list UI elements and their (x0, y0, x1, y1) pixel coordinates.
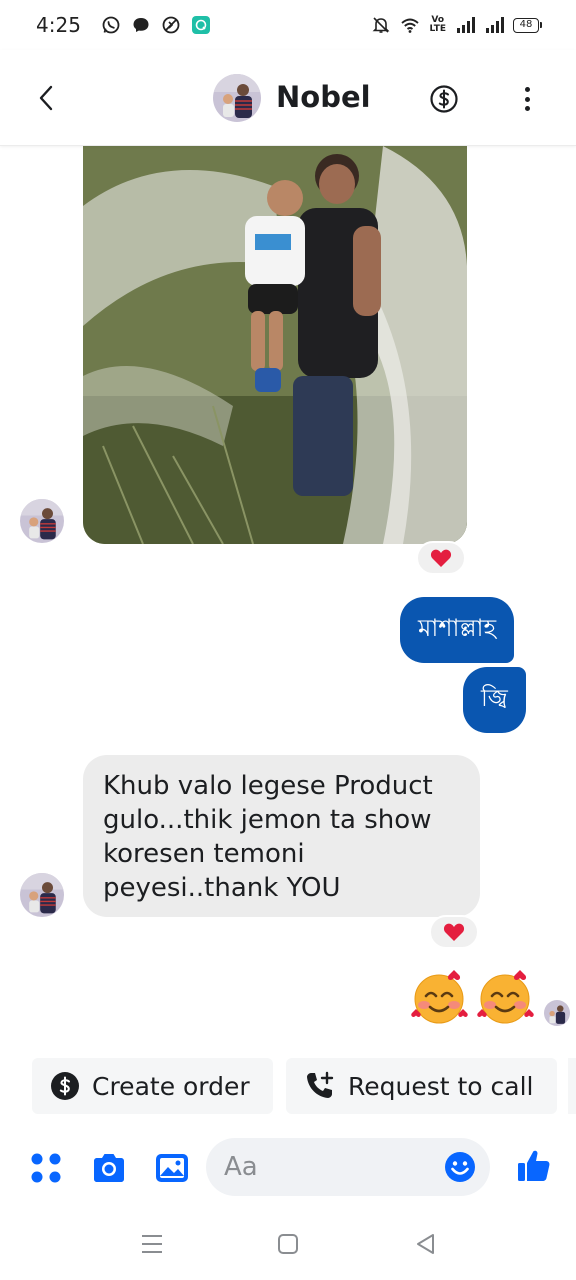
camera-icon[interactable] (91, 1150, 127, 1186)
emoji-picker-icon[interactable] (444, 1151, 476, 1183)
signal-icon-sim2 (486, 17, 504, 33)
chevron-left-icon (39, 85, 53, 111)
home-button[interactable] (268, 1226, 308, 1262)
heart-icon (430, 549, 452, 567)
whatsapp-icon (102, 16, 120, 34)
message-composer (0, 1130, 576, 1206)
reaction-badge[interactable] (416, 541, 466, 575)
back-nav-button[interactable] (405, 1226, 445, 1262)
back-button[interactable] (30, 78, 62, 118)
sender-avatar[interactable] (20, 499, 64, 543)
dollar-circle-icon (51, 1072, 79, 1100)
message-input-box[interactable] (206, 1138, 490, 1196)
message-input[interactable] (224, 1138, 434, 1196)
messenger-icon (133, 18, 149, 32)
battery-tip (540, 22, 542, 28)
gallery-icon[interactable] (154, 1150, 190, 1186)
app-notification-icon (191, 16, 210, 34)
square-icon (278, 1234, 298, 1254)
create-order-button[interactable]: Create order (32, 1058, 273, 1114)
contact-name[interactable]: Nobel (276, 80, 371, 114)
menu-lines-icon (142, 1235, 162, 1253)
volte-bottom: LTE (429, 24, 446, 34)
battery-indicator: 48 (513, 17, 542, 33)
photo-image (83, 146, 467, 544)
volte-indicator: Vo LTE (429, 16, 446, 34)
smiling-face-with-hearts-icon (411, 970, 468, 1024)
status-time: 4:25 (36, 13, 81, 37)
more-dot (524, 96, 530, 102)
incoming-message[interactable]: Khub valo legese Product gulo...thik jem… (83, 755, 480, 917)
heart-icon (443, 923, 465, 941)
system-nav-bar (0, 1206, 576, 1280)
signal-icon-sim1 (457, 17, 475, 33)
outgoing-message[interactable]: মাশাল্লাহ (400, 597, 515, 663)
request-call-button[interactable]: Request to call (286, 1058, 557, 1114)
mute-icon (373, 17, 390, 33)
photo-message[interactable] (83, 146, 467, 544)
sender-avatar[interactable] (20, 873, 64, 917)
smiling-face-with-hearts-icon (477, 970, 534, 1024)
wifi-icon (401, 18, 420, 33)
emoji-message[interactable] (408, 965, 536, 1031)
outgoing-message[interactable]: জ্বি (463, 667, 526, 733)
more-quick-actions-edge[interactable] (568, 1058, 576, 1114)
more-dot (524, 87, 530, 92)
chat-header: Nobel (0, 50, 576, 146)
apps-grid-icon[interactable] (28, 1150, 64, 1186)
create-order-label: Create order (92, 1071, 250, 1101)
reaction-badge[interactable] (429, 915, 479, 949)
dollar-icon[interactable] (429, 84, 459, 114)
more-options-button[interactable] (514, 84, 540, 114)
request-call-label: Request to call (348, 1071, 534, 1101)
battery-level: 48 (513, 17, 539, 33)
seen-receipt-avatar (544, 1000, 570, 1026)
contact-avatar[interactable] (213, 74, 261, 122)
status-bar: 4:25 Vo LTE 48 (0, 0, 576, 50)
recent-apps-button[interactable] (132, 1226, 172, 1262)
phone-plus-icon (307, 1071, 334, 1098)
like-thumb-icon[interactable] (516, 1148, 552, 1184)
triangle-back-icon (417, 1234, 434, 1254)
blocked-icon (162, 16, 180, 34)
more-dot (524, 106, 530, 111)
